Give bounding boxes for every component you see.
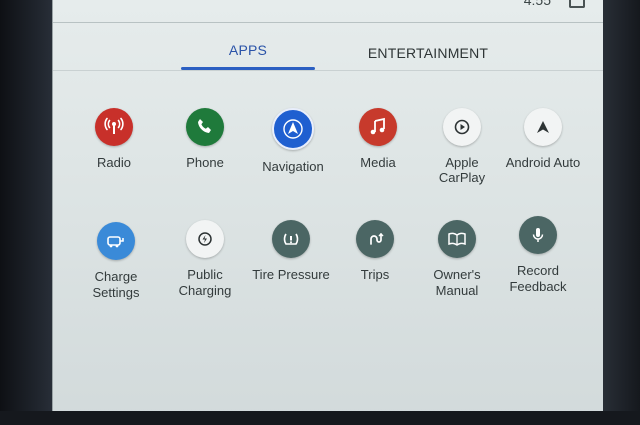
android-auto-icon <box>524 108 562 146</box>
app-phone[interactable]: Phone <box>155 108 255 171</box>
radio-tower-icon <box>95 108 133 146</box>
phone-status-icon <box>569 0 585 8</box>
navigation-arrow-icon <box>272 108 314 150</box>
screen-bezel-left <box>0 0 60 425</box>
tab-entertainment[interactable]: ENTERTAINMENT <box>363 45 493 61</box>
app-label: Android Auto <box>505 155 581 170</box>
tab-apps[interactable]: APPS <box>181 42 315 58</box>
app-public-charging[interactable]: Public Charging <box>155 220 255 299</box>
trips-icon <box>356 220 394 258</box>
apps-tab-bar: APPS ENTERTAINMENT <box>53 32 603 72</box>
phone-icon <box>186 108 224 146</box>
carplay-icon <box>443 108 481 146</box>
app-label: Radio <box>97 155 131 170</box>
app-record-feedback[interactable]: Record Feedback <box>488 216 588 295</box>
touchscreen: 4:55 APPS ENTERTAINMENT Radio Phone Navi… <box>52 0 603 425</box>
tabs-divider <box>53 70 603 71</box>
app-radio[interactable]: Radio <box>64 108 164 171</box>
app-label: Public Charging <box>178 267 232 298</box>
tire-pressure-icon <box>272 220 310 258</box>
status-clock: 4:55 <box>523 0 551 8</box>
manual-book-icon <box>438 220 476 258</box>
music-note-icon <box>359 108 397 146</box>
app-label: Record Feedback <box>509 263 567 294</box>
app-charge-settings[interactable]: Charge Settings <box>66 222 166 301</box>
screen-bezel-right <box>600 0 640 425</box>
public-charging-icon <box>186 220 224 258</box>
app-android-auto[interactable]: Android Auto <box>493 108 593 171</box>
charge-settings-icon <box>97 222 135 260</box>
status-bar: 4:55 <box>53 0 603 23</box>
app-label: Phone <box>186 155 224 170</box>
screen-bezel-bottom <box>0 411 640 425</box>
app-label: Charge Settings <box>92 269 140 300</box>
microphone-icon <box>519 216 557 254</box>
